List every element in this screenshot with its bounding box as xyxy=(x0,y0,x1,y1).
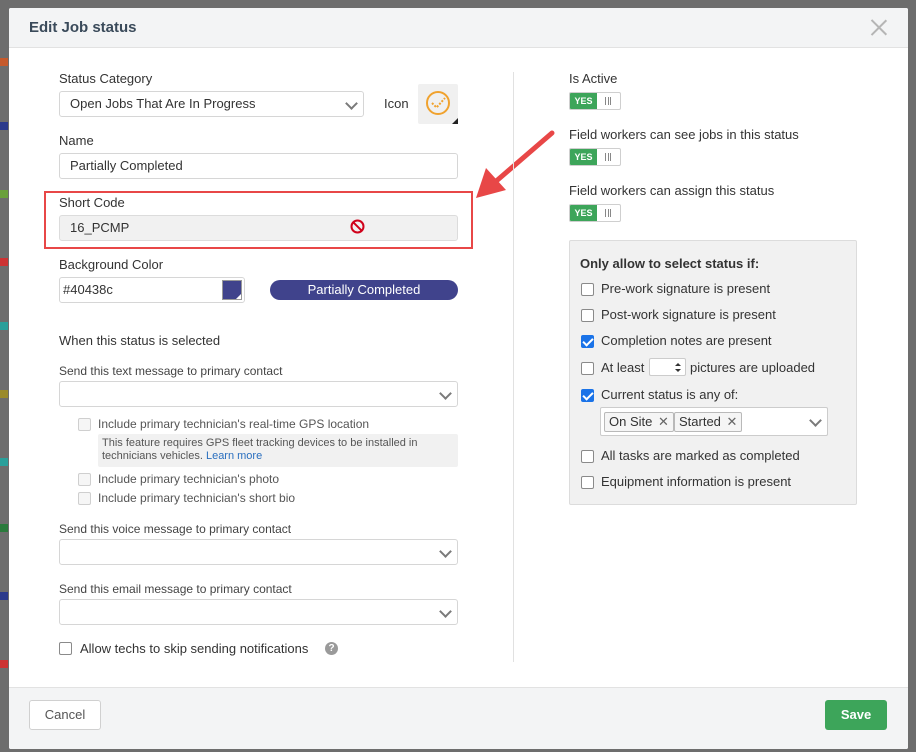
background-color-value: #40438c xyxy=(63,282,113,297)
is-active-label: Is Active xyxy=(569,71,618,86)
technician-bio-label: Include primary technician's short bio xyxy=(98,491,296,505)
cancel-button[interactable]: Cancel xyxy=(29,700,101,730)
all-tasks-label: All tasks are marked as completed xyxy=(601,448,800,463)
dialog-header: Edit Job status xyxy=(9,8,908,48)
arrow-annotation-icon xyxy=(476,130,555,198)
chevron-down-icon xyxy=(439,545,452,558)
chevron-down-icon xyxy=(439,387,452,400)
pre-work-signature-checkbox[interactable] xyxy=(581,283,594,296)
pictures-checkbox[interactable] xyxy=(581,362,594,375)
name-input[interactable]: Partially Completed xyxy=(59,153,458,179)
chevron-down-icon xyxy=(439,605,452,618)
text-message-select[interactable] xyxy=(59,381,458,407)
skip-notifications-checkbox[interactable] xyxy=(59,642,72,655)
status-tag[interactable]: Started ✕ xyxy=(674,412,743,432)
icon-label: Icon xyxy=(384,96,409,111)
icon-picker[interactable] xyxy=(418,84,458,124)
toggle-grip-icon xyxy=(605,209,611,217)
remove-tag-icon[interactable]: ✕ xyxy=(658,414,669,429)
completion-notes-label: Completion notes are present xyxy=(601,333,772,348)
post-work-signature-checkbox[interactable] xyxy=(581,309,594,322)
close-icon[interactable] xyxy=(870,18,888,36)
gps-location-checkbox[interactable] xyxy=(78,418,91,431)
email-message-label: Send this email message to primary conta… xyxy=(59,582,292,596)
background-stripe xyxy=(0,660,8,668)
equipment-info-checkbox[interactable] xyxy=(581,476,594,489)
pictures-label: pictures are uploaded xyxy=(690,360,816,375)
background-stripe xyxy=(0,390,8,398)
pictures-count-stepper[interactable] xyxy=(649,358,686,376)
gps-note: This feature requires GPS fleet tracking… xyxy=(98,434,458,467)
background-stripe xyxy=(0,592,8,600)
at-least-label: At least xyxy=(601,360,645,375)
equipment-info-label: Equipment information is present xyxy=(601,474,792,489)
pre-work-signature-label: Pre-work signature is present xyxy=(601,281,771,296)
background-color-label: Background Color xyxy=(59,257,164,272)
dialog-title: Edit Job status xyxy=(29,19,137,36)
status-category-value: Open Jobs That Are In Progress xyxy=(70,96,256,111)
background-color-input[interactable]: #40438c xyxy=(59,277,245,303)
color-swatch[interactable] xyxy=(222,280,242,300)
toggle-yes-label: YES xyxy=(570,93,597,109)
disabled-icon xyxy=(350,219,365,234)
field-see-label: Field workers can see jobs in this statu… xyxy=(569,127,799,142)
name-value: Partially Completed xyxy=(70,158,183,173)
dialog-footer: Cancel Save xyxy=(9,687,908,749)
technician-photo-checkbox[interactable] xyxy=(78,473,91,486)
chevron-down-icon xyxy=(809,414,822,427)
current-status-label: Current status is any of: xyxy=(601,387,739,402)
voice-message-select[interactable] xyxy=(59,539,458,565)
status-tag-label: On Site xyxy=(609,414,653,429)
field-see-toggle[interactable]: YES xyxy=(569,148,621,166)
conditions-title: Only allow to select status if: xyxy=(580,256,760,271)
toggle-grip-icon xyxy=(605,153,611,161)
status-category-select[interactable]: Open Jobs That Are In Progress xyxy=(59,91,364,117)
background-stripe xyxy=(0,58,8,66)
check-circle-icon xyxy=(426,91,458,124)
background-stripe xyxy=(0,458,8,466)
text-message-label: Send this text message to primary contac… xyxy=(59,364,283,378)
background-stripe xyxy=(0,258,8,266)
current-status-checkbox[interactable] xyxy=(581,389,594,402)
email-message-select[interactable] xyxy=(59,599,458,625)
toggle-yes-label: YES xyxy=(570,149,597,165)
short-code-value: 16_PCMP xyxy=(70,220,130,235)
background-stripe xyxy=(0,122,8,130)
field-assign-label: Field workers can assign this status xyxy=(569,183,775,198)
status-tag[interactable]: On Site ✕ xyxy=(604,412,674,432)
all-tasks-checkbox[interactable] xyxy=(581,450,594,463)
name-label: Name xyxy=(59,133,94,148)
learn-more-link[interactable]: Learn more xyxy=(206,450,262,462)
completion-notes-checkbox[interactable] xyxy=(581,335,594,348)
save-button[interactable]: Save xyxy=(825,700,887,730)
toggle-grip-icon xyxy=(605,97,611,105)
field-assign-toggle[interactable]: YES xyxy=(569,204,621,222)
current-status-multiselect[interactable]: On Site ✕ Started ✕ xyxy=(600,407,828,436)
stepper-arrows-icon xyxy=(675,363,681,372)
chevron-down-icon xyxy=(345,97,358,110)
technician-bio-checkbox[interactable] xyxy=(78,492,91,505)
background-stripe xyxy=(0,524,8,532)
voice-message-label: Send this voice message to primary conta… xyxy=(59,522,292,536)
gps-location-label: Include primary technician's real-time G… xyxy=(98,417,370,431)
background-stripe xyxy=(0,322,8,330)
status-preview-badge: Partially Completed xyxy=(270,280,458,300)
status-tag-label: Started xyxy=(679,414,721,429)
when-selected-heading: When this status is selected xyxy=(59,333,221,348)
short-code-input[interactable]: 16_PCMP xyxy=(59,215,458,241)
skip-notifications-label: Allow techs to skip sending notification… xyxy=(80,641,309,656)
status-category-label: Status Category xyxy=(59,71,153,86)
edit-job-status-dialog: Edit Job status Status Category Open Job… xyxy=(9,8,908,749)
is-active-toggle[interactable]: YES xyxy=(569,92,621,110)
background-stripe xyxy=(0,190,8,198)
toggle-yes-label: YES xyxy=(570,205,597,221)
remove-tag-icon[interactable]: ✕ xyxy=(727,414,738,429)
short-code-label: Short Code xyxy=(59,195,125,210)
help-icon[interactable]: ? xyxy=(325,642,338,655)
technician-photo-label: Include primary technician's photo xyxy=(98,472,280,486)
column-divider xyxy=(513,72,514,662)
post-work-signature-label: Post-work signature is present xyxy=(601,307,776,322)
